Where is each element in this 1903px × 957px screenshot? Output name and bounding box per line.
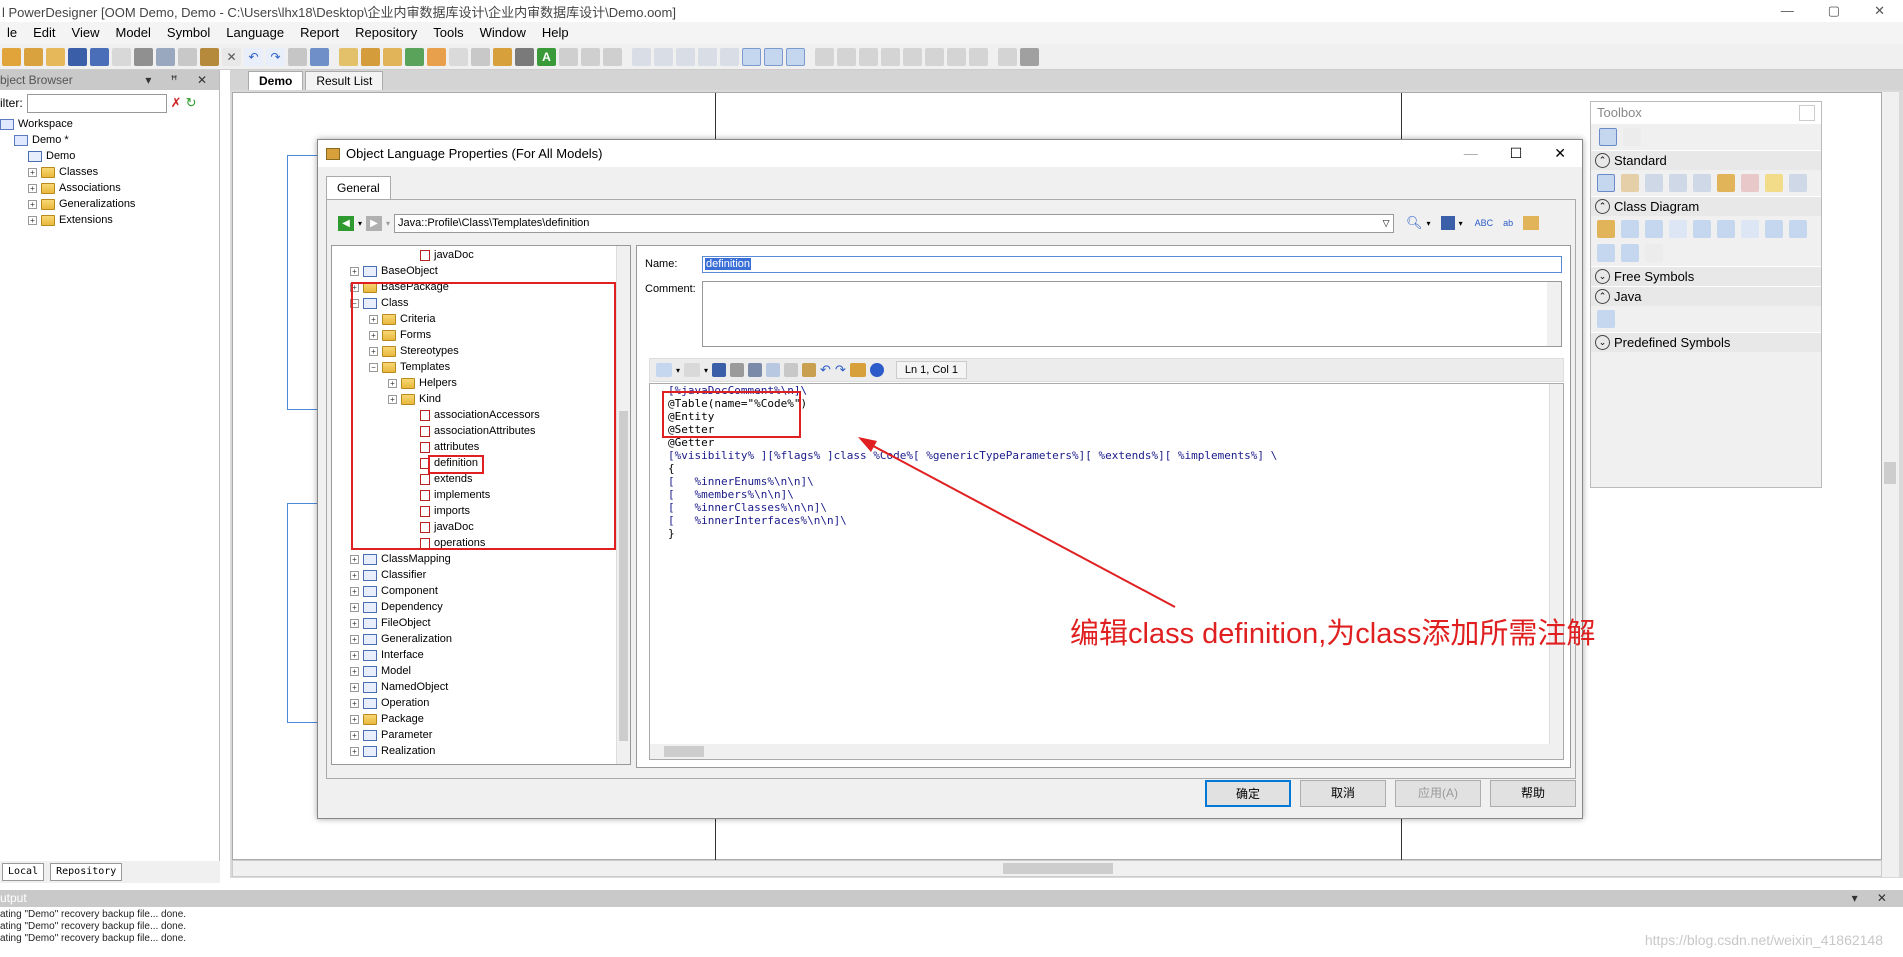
output-header: utput ▾ ✕ <box>0 890 1903 907</box>
annotation-text: 编辑class definition,为class添加所需注解 <box>1070 618 1596 650</box>
output-title: utput <box>0 891 27 905</box>
output-line: ating "Demo" recovery backup file... don… <box>0 909 187 920</box>
output-controls[interactable]: ▾ ✕ <box>1852 890 1903 907</box>
output-panel: utput ▾ ✕ ating "Demo" recovery backup f… <box>0 890 1903 957</box>
output-line: ating "Demo" recovery backup file... don… <box>0 921 187 932</box>
annotation-arrow <box>858 437 1176 608</box>
watermark: https://blog.csdn.net/weixin_41862148 <box>1644 932 1883 948</box>
output-line: ating "Demo" recovery backup file... don… <box>0 933 187 944</box>
